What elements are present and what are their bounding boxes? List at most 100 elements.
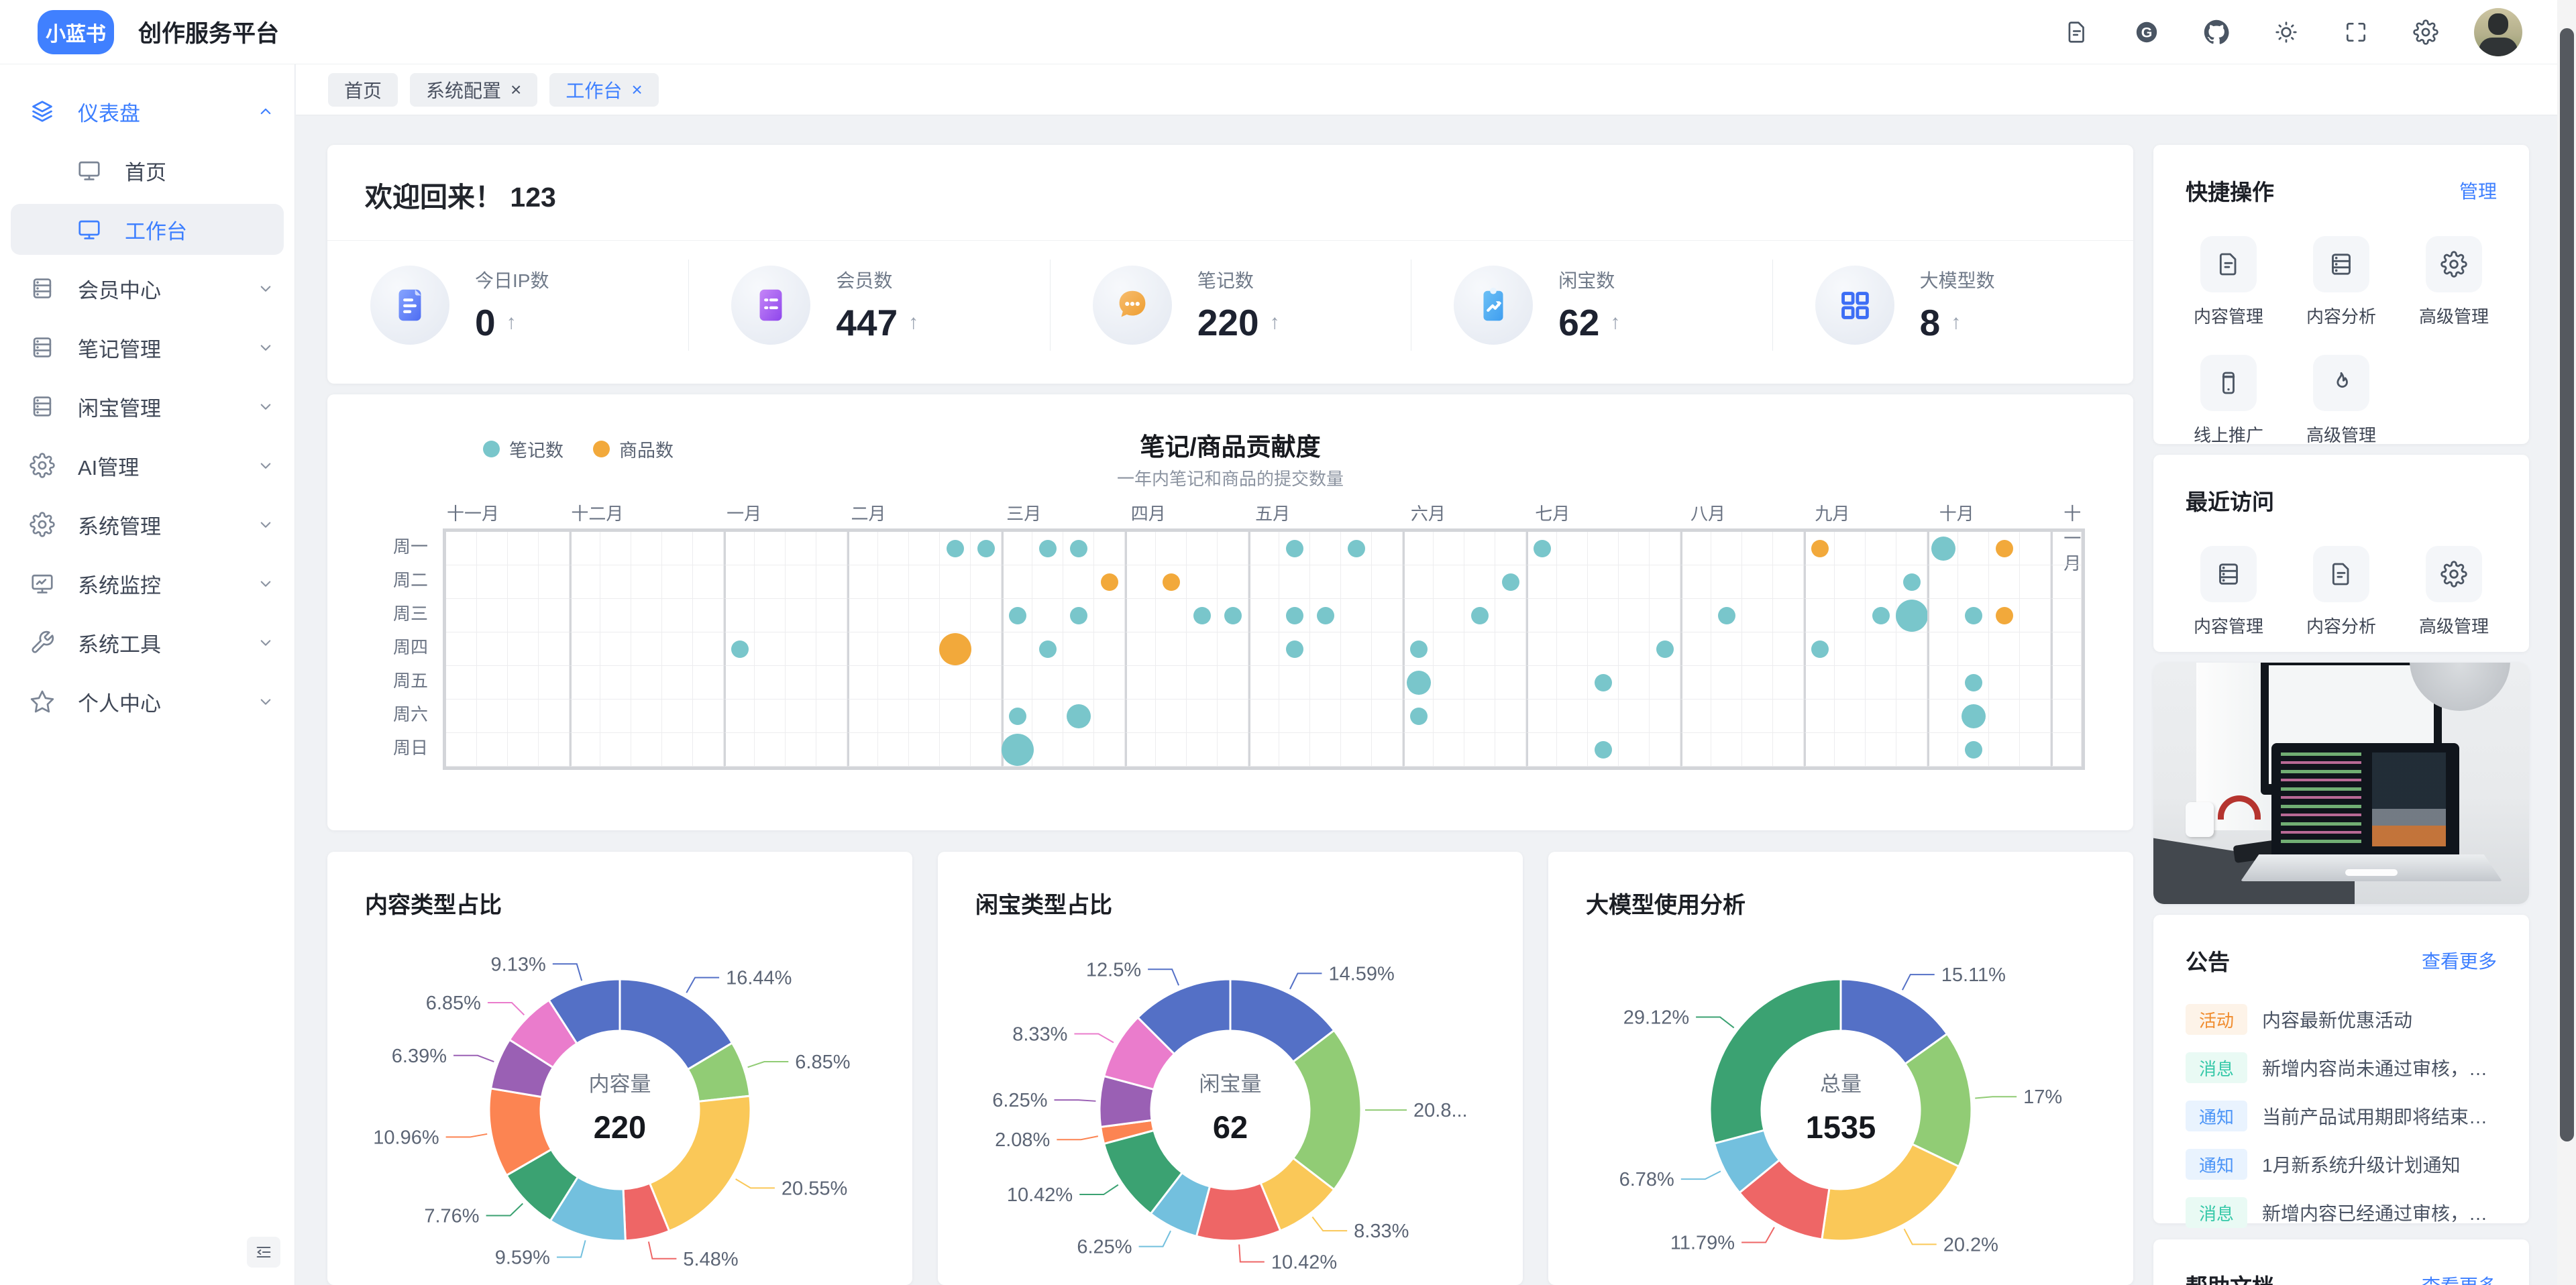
calendar-cell[interactable] [1680, 666, 1711, 700]
calendar-cell[interactable] [1341, 565, 1372, 599]
calendar-cell[interactable] [1495, 700, 1526, 733]
calendar-cell[interactable] [847, 632, 878, 666]
calendar-cell[interactable] [940, 666, 971, 700]
calendar-cell[interactable] [446, 565, 477, 599]
calendar-cell[interactable] [1464, 733, 1495, 767]
calendar-cell[interactable] [2051, 565, 2082, 599]
quick-action-item-content-management[interactable]: 内容管理 [2172, 236, 2285, 328]
calendar-cell[interactable] [1927, 565, 1958, 599]
calendar-cell[interactable] [1156, 532, 1187, 565]
calendar-cell[interactable] [786, 632, 816, 666]
scrollbar-thumb[interactable] [2560, 28, 2574, 1141]
calendar-cell[interactable] [1927, 733, 1958, 767]
sidebar-item-system-management[interactable]: 系统管理 [0, 495, 294, 554]
gitee-icon[interactable]: G [2112, 0, 2182, 64]
product-dot[interactable] [1996, 540, 2013, 557]
calendar-cell[interactable] [1341, 532, 1372, 565]
calendar-cell[interactable] [1063, 532, 1094, 565]
calendar-cell[interactable] [1557, 565, 1588, 599]
calendar-cell[interactable] [1588, 666, 1619, 700]
calendar-cell[interactable] [1804, 632, 1835, 666]
calendar-cell[interactable] [693, 666, 724, 700]
calendar-cell[interactable] [1989, 666, 2020, 700]
calendar-cell[interactable] [508, 532, 539, 565]
calendar-cell[interactable] [1002, 532, 1032, 565]
calendar-cell[interactable] [1896, 599, 1927, 632]
calendar-cell[interactable] [1773, 532, 1804, 565]
calendar-cell[interactable] [1279, 632, 1310, 666]
fullscreen-icon[interactable] [2321, 0, 2391, 64]
calendar-cell[interactable] [1248, 599, 1279, 632]
calendar-cell[interactable] [1773, 733, 1804, 767]
calendar-cell[interactable] [2020, 565, 2051, 599]
announcement-row[interactable]: 消息新增内容已经通过审核，详情... [2186, 1188, 2497, 1237]
calendar-cell[interactable] [2051, 532, 2082, 565]
calendar-cell[interactable] [1804, 532, 1835, 565]
calendar-cell[interactable] [1032, 733, 1063, 767]
sidebar-collapse-button[interactable] [247, 1237, 280, 1268]
calendar-cell[interactable] [1187, 632, 1218, 666]
calendar-cell[interactable] [1526, 733, 1557, 767]
calendar-cell[interactable] [1248, 700, 1279, 733]
calendar-cell[interactable] [1032, 666, 1063, 700]
note-dot[interactable] [1067, 704, 1091, 728]
note-dot[interactable] [1348, 540, 1365, 557]
calendar-cell[interactable] [1742, 733, 1773, 767]
calendar-cell[interactable] [755, 565, 786, 599]
calendar-cell[interactable] [816, 632, 847, 666]
note-dot[interactable] [1595, 741, 1612, 759]
calendar-cell[interactable] [477, 666, 508, 700]
calendar-cell[interactable] [600, 700, 631, 733]
calendar-cell[interactable] [1310, 532, 1341, 565]
calendar-cell[interactable] [1125, 700, 1156, 733]
calendar-cell[interactable] [539, 733, 570, 767]
calendar-cell[interactable] [1187, 532, 1218, 565]
calendar-cell[interactable] [1711, 666, 1742, 700]
calendar-cell[interactable] [539, 599, 570, 632]
calendar-cell[interactable] [724, 599, 755, 632]
note-dot[interactable] [1534, 540, 1551, 557]
calendar-cell[interactable] [1125, 532, 1156, 565]
calendar-cell[interactable] [1958, 632, 1989, 666]
calendar-cell[interactable] [1187, 599, 1218, 632]
calendar-cell[interactable] [724, 666, 755, 700]
calendar-cell[interactable] [1218, 733, 1248, 767]
close-icon[interactable]: × [631, 80, 642, 99]
calendar-cell[interactable] [816, 565, 847, 599]
calendar-cell[interactable] [539, 666, 570, 700]
note-dot[interactable] [1471, 607, 1489, 624]
calendar-cell[interactable] [1773, 599, 1804, 632]
calendar-cell[interactable] [570, 599, 600, 632]
calendar-cell[interactable] [1372, 632, 1403, 666]
calendar-cell[interactable] [1403, 733, 1434, 767]
calendar-cell[interactable] [1619, 599, 1650, 632]
calendar-cell[interactable] [786, 532, 816, 565]
calendar-cell[interactable] [1434, 700, 1464, 733]
calendar-cell[interactable] [1218, 666, 1248, 700]
calendar-cell[interactable] [1650, 532, 1680, 565]
calendar-cell[interactable] [1187, 700, 1218, 733]
calendar-cell[interactable] [724, 700, 755, 733]
calendar-cell[interactable] [1125, 599, 1156, 632]
note-dot[interactable] [1224, 607, 1242, 624]
calendar-cell[interactable] [662, 599, 693, 632]
calendar-cell[interactable] [847, 700, 878, 733]
close-icon[interactable]: × [511, 80, 521, 99]
calendar-cell[interactable] [1187, 733, 1218, 767]
announcement-row[interactable]: 消息新增内容尚未通过审核，详情... [2186, 1044, 2497, 1092]
calendar-cell[interactable] [786, 700, 816, 733]
calendar-cell[interactable] [662, 632, 693, 666]
calendar-cell[interactable] [1619, 632, 1650, 666]
calendar-cell[interactable] [1125, 632, 1156, 666]
calendar-cell[interactable] [909, 565, 940, 599]
calendar-cell[interactable] [1495, 565, 1526, 599]
calendar-cell[interactable] [1372, 599, 1403, 632]
calendar-cell[interactable] [971, 666, 1002, 700]
calendar-cell[interactable] [816, 700, 847, 733]
calendar-cell[interactable] [1742, 532, 1773, 565]
calendar-cell[interactable] [1002, 700, 1032, 733]
calendar-cell[interactable] [1896, 632, 1927, 666]
calendar-cell[interactable] [570, 733, 600, 767]
calendar-cell[interactable] [1002, 565, 1032, 599]
calendar-cell[interactable] [1804, 666, 1835, 700]
